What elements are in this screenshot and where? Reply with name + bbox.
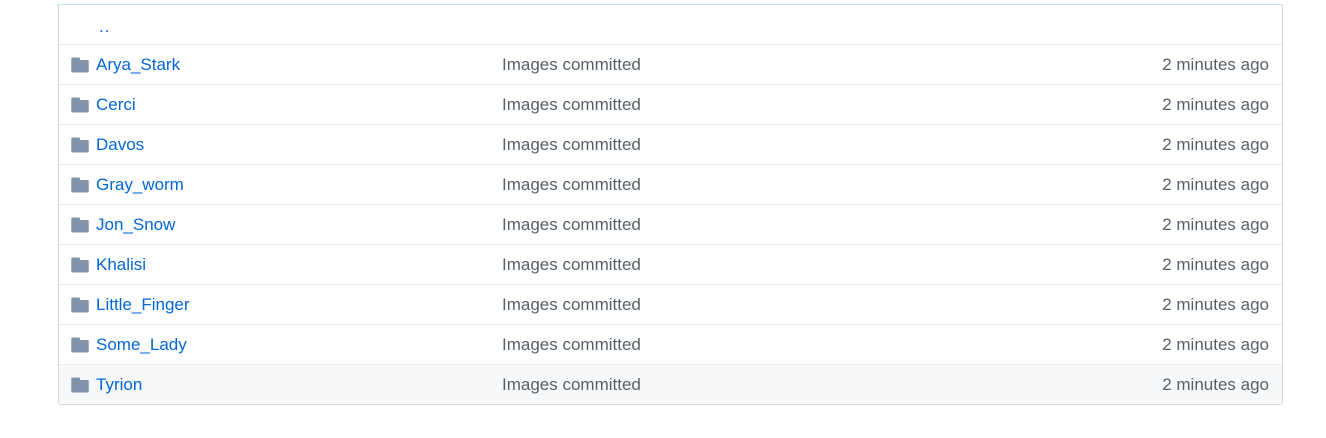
commit-age: 2 minutes ago	[1162, 254, 1269, 274]
folder-name-link[interactable]: Arya_Stark	[96, 55, 180, 75]
parent-directory-link[interactable]: ..	[99, 17, 110, 37]
folder-name-link[interactable]: Some_Lady	[96, 335, 187, 355]
table-row: Khalisi Images committed 2 minutes ago	[59, 244, 1282, 284]
folder-name-link[interactable]: Gray_worm	[96, 175, 184, 195]
commit-age: 2 minutes ago	[1162, 214, 1269, 234]
table-row: Gray_worm Images committed 2 minutes ago	[59, 164, 1282, 204]
commit-age: 2 minutes ago	[1162, 374, 1269, 394]
folder-icon	[71, 337, 89, 352]
commit-age: 2 minutes ago	[1162, 294, 1269, 314]
commit-age: 2 minutes ago	[1162, 174, 1269, 194]
folder-icon	[71, 57, 89, 72]
commit-message-link[interactable]: Images committed	[502, 175, 641, 195]
folder-icon	[71, 377, 89, 392]
folder-icon	[71, 177, 89, 192]
folder-name-link[interactable]: Khalisi	[96, 255, 146, 275]
folder-name-link[interactable]: Jon_Snow	[96, 215, 175, 235]
commit-age: 2 minutes ago	[1162, 334, 1269, 354]
commit-age: 2 minutes ago	[1162, 54, 1269, 74]
commit-message-link[interactable]: Images committed	[502, 335, 641, 355]
table-row: Jon_Snow Images committed 2 minutes ago	[59, 204, 1282, 244]
commit-message-link[interactable]: Images committed	[502, 55, 641, 75]
parent-directory-row: ..	[59, 5, 1282, 44]
table-row: Little_Finger Images committed 2 minutes…	[59, 284, 1282, 324]
commit-message-link[interactable]: Images committed	[502, 95, 641, 115]
folder-icon	[71, 257, 89, 272]
file-table: .. Arya_Stark Images committed 2 minutes…	[58, 4, 1283, 405]
table-row: Tyrion Images committed 2 minutes ago	[59, 364, 1282, 404]
table-row: Some_Lady Images committed 2 minutes ago	[59, 324, 1282, 364]
commit-message-link[interactable]: Images committed	[502, 295, 641, 315]
folder-name-link[interactable]: Little_Finger	[96, 295, 190, 315]
commit-message-link[interactable]: Images committed	[502, 375, 641, 395]
table-row: Davos Images committed 2 minutes ago	[59, 124, 1282, 164]
commit-message-link[interactable]: Images committed	[502, 255, 641, 275]
commit-age: 2 minutes ago	[1162, 94, 1269, 114]
folder-name-link[interactable]: Davos	[96, 135, 144, 155]
folder-name-link[interactable]: Cerci	[96, 95, 136, 115]
folder-icon	[71, 217, 89, 232]
commit-message-link[interactable]: Images committed	[502, 135, 641, 155]
folder-name-link[interactable]: Tyrion	[96, 375, 142, 395]
folder-icon	[71, 137, 89, 152]
commit-message-link[interactable]: Images committed	[502, 215, 641, 235]
folder-icon	[71, 297, 89, 312]
table-row: Arya_Stark Images committed 2 minutes ag…	[59, 44, 1282, 84]
table-row: Cerci Images committed 2 minutes ago	[59, 84, 1282, 124]
commit-age: 2 minutes ago	[1162, 134, 1269, 154]
folder-icon	[71, 97, 89, 112]
